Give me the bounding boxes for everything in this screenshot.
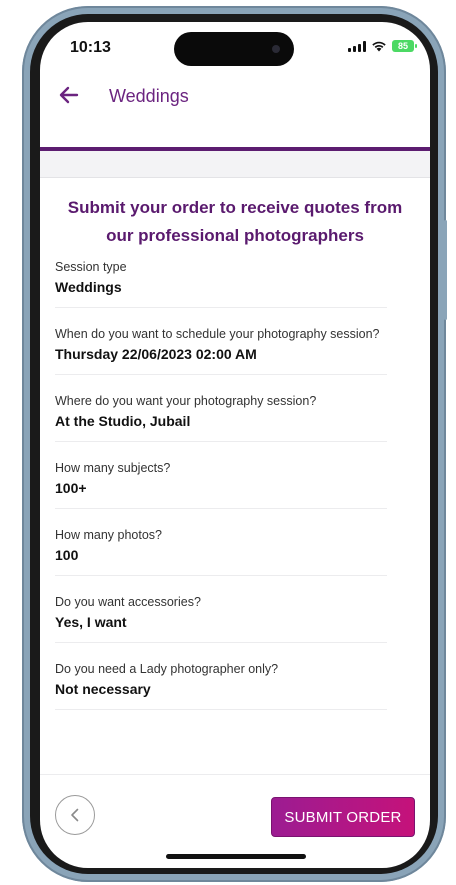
screen: 10:13 85 Weddings Submit your order to r…	[40, 22, 430, 868]
field-label: Do you want accessories?	[55, 595, 201, 609]
side-button	[444, 220, 447, 320]
field-label: Session type	[55, 260, 127, 274]
field-photos: How many photos? 100	[55, 528, 387, 576]
field-schedule: When do you want to schedule your photog…	[55, 327, 387, 375]
footer-divider	[40, 774, 430, 775]
camera-icon	[272, 45, 280, 53]
wifi-icon	[372, 41, 386, 52]
field-value: 100+	[55, 480, 87, 496]
field-label: How many photos?	[55, 528, 163, 542]
field-subjects: How many subjects? 100+	[55, 461, 387, 509]
submit-order-button[interactable]: SUBMIT ORDER	[271, 797, 415, 837]
dynamic-island	[174, 32, 294, 66]
field-label: When do you want to schedule your photog…	[55, 327, 380, 341]
home-indicator[interactable]	[166, 854, 306, 859]
previous-button[interactable]	[55, 795, 95, 835]
section-strip	[40, 151, 430, 178]
field-value: 100	[55, 547, 79, 563]
signal-icon	[348, 40, 366, 52]
field-label: Do you need a Lady photographer only?	[55, 662, 279, 676]
field-value: Weddings	[55, 279, 122, 295]
status-time: 10:13	[70, 39, 111, 56]
field-value: At the Studio, Jubail	[55, 413, 191, 429]
back-arrow-icon[interactable]	[58, 84, 80, 106]
field-value: Thursday 22/06/2023 02:00 AM	[55, 346, 257, 362]
field-location: Where do you want your photography sessi…	[55, 394, 387, 442]
battery-icon: 85	[392, 40, 417, 52]
field-accessories: Do you want accessories? Yes, I want	[55, 595, 387, 643]
chevron-left-icon	[71, 808, 79, 822]
status-icons: 85	[348, 40, 417, 52]
field-label: Where do you want your photography sessi…	[55, 394, 317, 408]
order-headline: Submit your order to receive quotes from…	[67, 198, 403, 245]
field-session-type: Session type Weddings	[55, 260, 387, 308]
field-value: Not necessary	[55, 681, 151, 697]
field-label: How many subjects?	[55, 461, 171, 475]
field-value: Yes, I want	[55, 614, 127, 630]
field-lady-photographer: Do you need a Lady photographer only? No…	[55, 662, 387, 710]
page-title: Weddings	[109, 86, 189, 106]
